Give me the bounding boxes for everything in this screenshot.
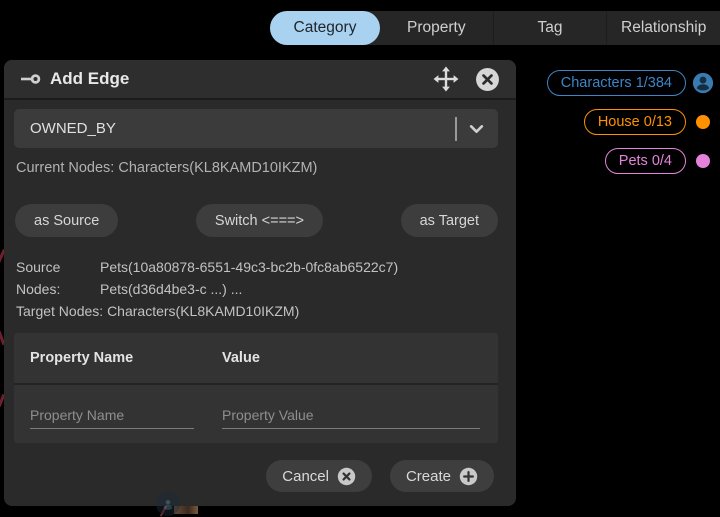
source-nodes-row: Source Nodes: Pets(10a80878-6551-49c3-bc… xyxy=(16,256,502,300)
tab-property-label: Property xyxy=(407,19,466,36)
property-name-input[interactable] xyxy=(30,401,194,429)
characters-user-icon[interactable] xyxy=(692,72,714,94)
source-node-2: Pets(d36d4be3-c ...) ... xyxy=(100,281,243,297)
cancel-button[interactable]: Cancel xyxy=(266,460,372,492)
dialog-footer: Cancel Create xyxy=(4,460,516,492)
tab-relationship[interactable]: Relationship xyxy=(606,11,720,45)
tab-category-label: Category xyxy=(293,19,357,36)
legend-pill-characters[interactable]: Characters 1/384 xyxy=(546,70,686,96)
legend-characters-label: Characters 1/384 xyxy=(560,75,672,91)
as-source-button[interactable]: as Source xyxy=(15,204,119,237)
legend-pill-house[interactable]: House 0/13 xyxy=(583,109,686,135)
property-value-input[interactable] xyxy=(222,401,480,429)
create-circle-plus-icon xyxy=(459,467,478,485)
direction-controls: as Source Switch <===> as Target xyxy=(15,204,498,237)
current-nodes-text: Current Nodes: Characters(KL8KAMD10IKZM) xyxy=(16,160,318,176)
move-dialog-handle[interactable] xyxy=(433,66,459,92)
target-nodes-label: Target Nodes: xyxy=(16,303,104,319)
legend-row-characters: Characters 1/384 xyxy=(546,70,714,96)
property-name-header: Property Name xyxy=(30,350,134,366)
close-dialog-button[interactable] xyxy=(475,67,500,92)
cancel-circle-x-icon xyxy=(337,467,356,485)
dialog-header[interactable]: Add Edge xyxy=(4,60,516,100)
target-nodes-row: Target Nodes: Characters(KL8KAMD10IKZM) xyxy=(16,300,502,322)
person-icon xyxy=(163,499,173,510)
tab-property[interactable]: Property xyxy=(380,11,493,45)
graph-node-person xyxy=(156,492,180,516)
source-nodes-values: Pets(10a80878-6551-49c3-bc2b-0fc8ab6522c… xyxy=(100,256,502,300)
dropdown-divider xyxy=(455,116,457,141)
pets-dot-slot xyxy=(692,154,714,168)
edge-type-value: OWNED_BY xyxy=(30,120,116,137)
house-dot-slot xyxy=(692,115,714,129)
mode-tab-bar: Category Property Tag Relationship xyxy=(270,11,720,45)
legend-row-pets: Pets 0/4 xyxy=(604,148,714,174)
category-legend: Characters 1/384 House 0/13 Pets 0/4 xyxy=(546,70,714,174)
tab-category[interactable]: Category xyxy=(270,11,380,45)
move-icon xyxy=(433,66,459,92)
pets-color-dot[interactable] xyxy=(696,154,710,168)
edge-type-select[interactable]: OWNED_BY xyxy=(14,109,498,148)
property-table: Property Name Value xyxy=(14,333,498,443)
cancel-label: Cancel xyxy=(282,467,329,485)
legend-house-label: House 0/13 xyxy=(597,114,672,130)
close-icon xyxy=(476,67,499,91)
create-label: Create xyxy=(405,467,451,485)
target-nodes-value: Characters(KL8KAMD10IKZM) xyxy=(107,303,300,319)
source-node-1: Pets(10a80878-6551-49c3-bc2b-0fc8ab6522c… xyxy=(100,259,399,275)
dialog-title: Add Edge xyxy=(50,69,130,88)
chevron-down-icon xyxy=(469,124,498,134)
switch-button[interactable]: Switch <===> xyxy=(195,204,323,237)
tab-relationship-label: Relationship xyxy=(621,19,707,36)
legend-row-house: House 0/13 xyxy=(583,109,714,135)
source-nodes-label: Source Nodes: xyxy=(16,259,61,297)
add-edge-dialog: Add Edge OWNED_BY Current Nodes: Charact… xyxy=(4,60,516,506)
house-color-dot[interactable] xyxy=(696,115,710,129)
switch-cell: Switch <===> xyxy=(118,204,400,237)
tab-tag-label: Tag xyxy=(537,19,563,36)
property-table-header: Property Name Value xyxy=(14,333,498,385)
property-input-row xyxy=(14,385,498,429)
tab-tag[interactable]: Tag xyxy=(492,11,607,45)
nodes-info: Source Nodes: Pets(10a80878-6551-49c3-bc… xyxy=(16,256,502,322)
legend-pets-label: Pets 0/4 xyxy=(618,153,672,169)
create-button[interactable]: Create xyxy=(389,460,494,492)
legend-pill-pets[interactable]: Pets 0/4 xyxy=(604,148,686,174)
edge-icon xyxy=(21,74,41,84)
as-target-button[interactable]: as Target xyxy=(400,204,498,237)
value-header: Value xyxy=(222,350,260,366)
